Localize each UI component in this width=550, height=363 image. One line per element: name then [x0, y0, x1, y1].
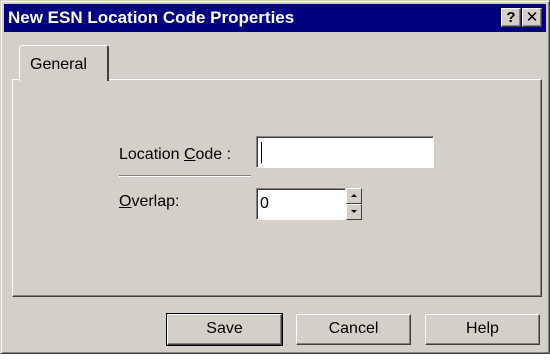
help-icon[interactable]: ?	[501, 8, 521, 27]
location-code-input[interactable]	[260, 139, 431, 165]
cancel-button[interactable]: Cancel	[296, 314, 411, 345]
tab-general[interactable]: General	[19, 45, 109, 81]
spin-up-arrow-icon	[351, 194, 357, 197]
overlap-spin-down[interactable]	[346, 204, 362, 220]
location-code-field[interactable]	[256, 136, 434, 168]
text-caret	[261, 142, 262, 163]
save-button[interactable]: Save	[166, 313, 283, 346]
overlap-input[interactable]	[260, 191, 343, 217]
overlap-field[interactable]	[256, 188, 346, 220]
tab-general-label: General	[30, 56, 87, 73]
location-code-label: Location Code :	[119, 146, 232, 163]
dialog-window: New ESN Location Code Properties ? ✕ Gen…	[0, 0, 550, 354]
location-code-label-underline	[119, 175, 251, 177]
window-title: New ESN Location Code Properties	[8, 8, 295, 27]
spin-down-arrow-icon	[351, 210, 357, 213]
title-bar[interactable]: New ESN Location Code Properties ? ✕	[4, 4, 546, 32]
close-icon[interactable]: ✕	[522, 8, 542, 27]
overlap-label: Overlap:	[119, 193, 180, 210]
help-button[interactable]: Help	[425, 314, 540, 345]
overlap-spin-up[interactable]	[346, 188, 362, 204]
